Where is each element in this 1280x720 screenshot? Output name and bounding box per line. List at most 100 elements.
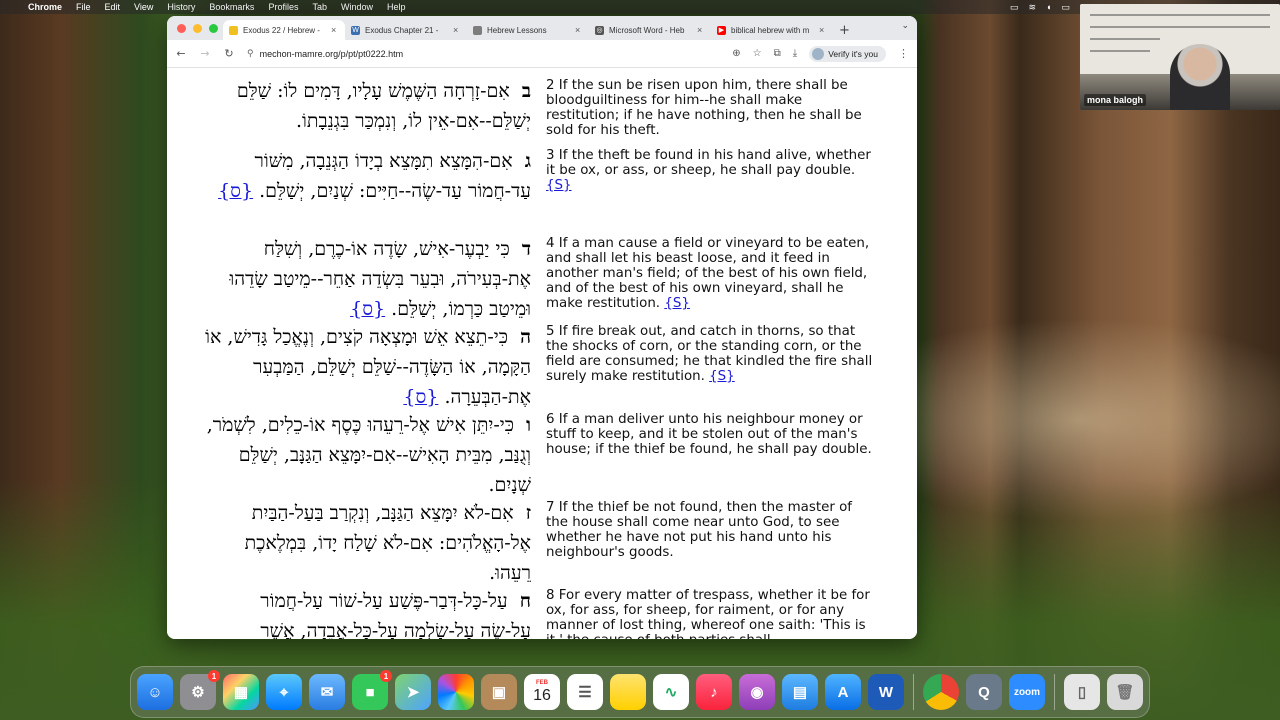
close-tab-icon[interactable]: × [697, 25, 705, 35]
english-verse: 7 If the thief be not found, then the ma… [546, 500, 876, 560]
participant-video [1170, 44, 1230, 110]
english-verse-text: 3 If the theft be found in his hand aliv… [546, 148, 871, 178]
hebrew-setuma-link[interactable]: {ס} [350, 298, 385, 320]
url-text[interactable]: mechon-mamre.org/p/pt/pt0222.htm [260, 49, 404, 59]
english-setuma-link[interactable]: {S} [664, 296, 690, 311]
mail-icon[interactable]: ✉ [309, 674, 345, 710]
dock-separator [913, 674, 914, 710]
back-button[interactable]: ← [175, 47, 187, 60]
hebrew-verse-text: כִּי-יִתֵּן אִישׁ אֶל-רֵעֵהוּ כֶּסֶף אוֹ… [206, 414, 531, 496]
hebrew-setuma-link[interactable]: {ס} [218, 180, 253, 202]
reminders-icon[interactable]: ☰ [567, 674, 603, 710]
menu-history[interactable]: History [167, 2, 195, 12]
microsoft-word-icon[interactable]: W [868, 674, 904, 710]
tab-exodus-22[interactable]: Exodus 22 / Hebrew - × [223, 20, 345, 40]
menubar-app-name[interactable]: Chrome [28, 2, 62, 12]
english-verse-text: 6 If a man deliver unto his neighbour mo… [546, 412, 872, 457]
safari-icon[interactable]: ⌖ [266, 674, 302, 710]
chrome-icon[interactable] [923, 674, 959, 710]
english-setuma-link[interactable]: {S} [709, 369, 735, 384]
download-icon[interactable]: ⤓ [793, 48, 797, 59]
volume-icon[interactable]: ◖ [1046, 2, 1051, 13]
zoom-app-icon[interactable]: zoom [1009, 674, 1045, 710]
trash-icon[interactable]: 🗑 [1107, 674, 1143, 710]
english-verse: 3 If the theft be found in his hand aliv… [546, 148, 876, 193]
screen-share-icon[interactable]: ▭ [1010, 2, 1019, 13]
notification-badge: 1 [208, 670, 220, 682]
menu-window[interactable]: Window [341, 2, 373, 12]
english-verse: 5 If fire break out, and catch in thorns… [546, 324, 876, 384]
freeform-icon[interactable]: ∿ [653, 674, 689, 710]
calendar-day: 16 [533, 687, 551, 704]
hebrew-verse-number: ח [519, 590, 531, 612]
bookmark-star-icon[interactable]: ☆ [753, 48, 762, 59]
window-controls [177, 24, 218, 33]
menu-view[interactable]: View [134, 2, 153, 12]
menu-help[interactable]: Help [387, 2, 406, 12]
english-verse: 6 If a man deliver unto his neighbour mo… [546, 412, 876, 457]
reload-button[interactable]: ↻ [223, 47, 235, 60]
profile-verify-button[interactable]: Verify it's you [809, 45, 886, 62]
battery-icon[interactable]: ▭ [1061, 2, 1070, 13]
close-tab-icon[interactable]: × [819, 25, 827, 35]
minimize-window-button[interactable] [193, 24, 202, 33]
close-window-button[interactable] [177, 24, 186, 33]
hebrew-verse-number: ג [524, 150, 531, 172]
extensions-icon[interactable]: ⧉ [774, 48, 781, 59]
maps-icon[interactable]: ➤ [395, 674, 431, 710]
hebrew-verse: ד כִּי יַבְעֶר-אִישׁ, שָׂדֶה אוֹ-כֶרֶם, … [205, 234, 531, 324]
verify-label: Verify it's you [828, 48, 878, 59]
menu-tab[interactable]: Tab [312, 2, 327, 12]
tab-search-icon[interactable]: ⌄ [901, 21, 909, 31]
tab-label: biblical hebrew with m [731, 25, 810, 35]
menu-file[interactable]: File [76, 2, 91, 12]
english-verse: 4 If a man cause a field or vineyard to … [546, 236, 876, 311]
zoom-video-thumbnail[interactable]: mona balogh [1080, 4, 1280, 110]
music-icon[interactable]: ♪ [696, 674, 732, 710]
tab-biblical-hebrew-youtube[interactable]: ▶ biblical hebrew with m × [711, 20, 833, 40]
calendar-month: FEB [536, 680, 548, 686]
close-tab-icon[interactable]: × [453, 25, 461, 35]
tab-exodus-21[interactable]: W Exodus Chapter 21 - × [345, 20, 467, 40]
tab-hebrew-lessons[interactable]: Hebrew Lessons × [467, 20, 589, 40]
quicktime-icon[interactable]: Q [966, 674, 1002, 710]
finder-icon[interactable]: ☺ [137, 674, 173, 710]
address-bar[interactable]: ⚲ mechon-mamre.org/p/pt/pt0222.htm [247, 44, 720, 64]
notes-icon[interactable] [610, 674, 646, 710]
close-tab-icon[interactable]: × [575, 25, 583, 35]
chrome-menu-icon[interactable]: ⋮ [898, 47, 909, 60]
site-favicon-icon [229, 25, 238, 35]
facetime-icon[interactable]: ■ 1 [352, 670, 392, 710]
system-settings-icon[interactable]: ⚙ 1 [180, 670, 220, 710]
calendar-icon[interactable]: FEB 16 [524, 674, 560, 710]
hebrew-verse: ה כִּי-תֵצֵא אֵשׁ וּמָצְאָה קֹצִים, וְנֶ… [205, 322, 531, 412]
english-verse-text: 2 If the sun be risen upon him, there sh… [546, 78, 862, 138]
tab-label: Exodus Chapter 21 - [365, 25, 439, 35]
menu-profiles[interactable]: Profiles [268, 2, 298, 12]
hebrew-verse: ו כִּי-יִתֵּן אִישׁ אֶל-רֵעֵהוּ כֶּסֶף א… [205, 410, 531, 500]
new-tab-button[interactable]: + [839, 20, 850, 40]
english-setuma-link[interactable]: {S} [546, 178, 572, 193]
hebrew-verse-text: אִם-הִמָּצֵא תִמָּצֵא בְיָדוֹ הַגְּנֵבָה… [254, 150, 531, 202]
hebrew-verse: ג אִם-הִמָּצֵא תִמָּצֵא בְיָדוֹ הַגְּנֵב… [205, 146, 531, 206]
avatar [812, 47, 825, 60]
photos-icon[interactable] [438, 674, 474, 710]
launchpad-icon[interactable]: ▦ [223, 674, 259, 710]
close-tab-icon[interactable]: × [331, 25, 339, 35]
tab-microsoft-word[interactable]: ◎ Microsoft Word - Heb × [589, 20, 711, 40]
menu-bookmarks[interactable]: Bookmarks [209, 2, 254, 12]
wifi-icon[interactable]: ≋ [1029, 2, 1037, 13]
keynote-icon[interactable]: ▤ [782, 674, 818, 710]
chrome-window: Exodus 22 / Hebrew - × W Exodus Chapter … [167, 16, 917, 639]
app-store-icon[interactable]: A [825, 674, 861, 710]
podcasts-icon[interactable]: ◉ [739, 674, 775, 710]
menu-edit[interactable]: Edit [105, 2, 121, 12]
site-info-icon[interactable]: ⚲ [247, 48, 254, 59]
hebrew-setuma-link[interactable]: {ס} [403, 386, 438, 408]
forward-button[interactable]: → [199, 47, 211, 60]
document-icon[interactable]: ▯ [1064, 674, 1100, 710]
zoom-icon[interactable]: ⊕ [732, 48, 740, 59]
globe-icon: ◎ [595, 25, 604, 35]
fullscreen-window-button[interactable] [209, 24, 218, 33]
contacts-icon[interactable]: ▣ [481, 674, 517, 710]
